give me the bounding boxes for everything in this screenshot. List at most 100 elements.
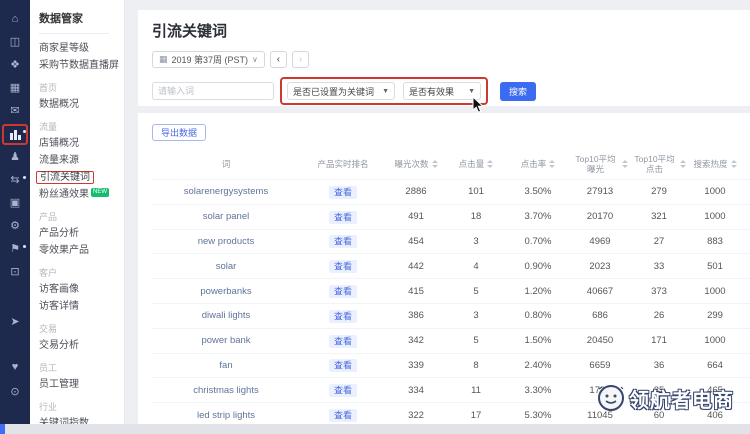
view-rank-link[interactable]: 查看: [329, 285, 357, 298]
store-icon[interactable]: ◫: [0, 31, 30, 54]
view-rank-link[interactable]: 查看: [329, 409, 357, 422]
sort-icon[interactable]: [549, 160, 555, 168]
keyword-cell: power bank: [152, 335, 300, 346]
ctr-cell: 1.20%: [506, 286, 570, 297]
view-rank-link[interactable]: 查看: [329, 211, 357, 224]
sidebar-item-label: 商家星等级: [39, 43, 89, 54]
table-row: solar查看44240.90%202333501: [152, 253, 750, 278]
sidebar-section-label: 首页: [39, 81, 124, 94]
sidebar-item[interactable]: 商家星等级: [39, 41, 124, 57]
sidebar-item-label: 引流关键词: [36, 171, 94, 184]
view-rank-link[interactable]: 查看: [329, 384, 357, 397]
exposure-cell: 2886: [386, 186, 446, 197]
message-icon[interactable]: ✉: [0, 100, 30, 123]
prev-week-button[interactable]: ‹: [270, 51, 287, 68]
column-header-label: Top10平均曝光: [572, 154, 619, 174]
clicks-cell: 3: [446, 236, 506, 247]
sidebar-item-label: 店铺概况: [39, 138, 79, 149]
sidebar-item[interactable]: 交易分析: [39, 338, 124, 354]
sidebar-item[interactable]: 产品分析: [39, 226, 124, 242]
security-icon[interactable]: ❖: [0, 54, 30, 77]
sidebar-item[interactable]: 关键词指数: [39, 416, 124, 424]
camera-icon[interactable]: ⊙: [0, 381, 30, 404]
view-rank-link[interactable]: 查看: [329, 310, 357, 323]
view-rank-link[interactable]: 查看: [329, 235, 357, 248]
keyword-cell: new products: [152, 236, 300, 247]
sidebar-item[interactable]: 流量来源: [39, 153, 124, 169]
next-week-button[interactable]: ›: [292, 51, 309, 68]
sidebar-item[interactable]: 采购节数据直播屏: [39, 58, 124, 74]
app-title: 数据管家: [39, 10, 124, 26]
sidebar-item-label: 数据概况: [39, 99, 79, 110]
keyword-search-input[interactable]: [152, 82, 274, 100]
sidebar-item[interactable]: 店铺概况: [39, 136, 124, 152]
sort-icon[interactable]: [432, 160, 438, 168]
column-header: 点击率: [506, 159, 570, 169]
page-title: 引流关键词: [152, 20, 750, 41]
sort-icon[interactable]: [487, 160, 493, 168]
rank-cell: 查看: [300, 260, 386, 273]
rank-cell: 查看: [300, 334, 386, 347]
transfer-icon[interactable]: ⇆: [0, 169, 30, 192]
keyword-set-dropdown[interactable]: 是否已设置为关键词 ▼: [287, 82, 395, 100]
sort-icon[interactable]: [680, 160, 686, 168]
send-icon[interactable]: ➤: [0, 311, 30, 334]
favorites-icon[interactable]: ♥: [0, 356, 30, 379]
sidebar-section-label: 产品: [39, 210, 124, 223]
sidebar-item[interactable]: 粉丝通效果NEW: [39, 187, 124, 203]
clicks-cell: 3: [446, 310, 506, 321]
view-rank-link[interactable]: 查看: [329, 260, 357, 273]
export-data-button[interactable]: 导出数据: [152, 124, 206, 141]
caret-down-icon: ▼: [382, 88, 389, 95]
notification-dot: [23, 245, 26, 248]
heat-cell: 299: [688, 310, 742, 321]
sidebar-item-label: 访客详情: [39, 301, 79, 312]
top10-exposure-cell: 40667: [570, 286, 630, 297]
top10-clicks-cell: 171: [630, 335, 688, 346]
settings-icon[interactable]: ⚙: [0, 215, 30, 238]
effect-dropdown[interactable]: 是否有效果 ▼: [403, 82, 481, 100]
view-rank-link[interactable]: 查看: [329, 186, 357, 199]
week-filter-row: ▦ 2019 第37周 (PST) ∨ ‹ ›: [152, 51, 750, 68]
sidebar-item[interactable]: 访客画像: [39, 282, 124, 298]
top10-exposure-cell: 20170: [570, 211, 630, 222]
business-icon[interactable]: ⚑: [0, 238, 30, 261]
table-row: solarenergysystems查看28861013.50%27913279…: [152, 179, 750, 204]
sidebar-item[interactable]: 数据概况: [39, 97, 124, 113]
caret-down-icon: ▼: [468, 88, 475, 95]
column-header: Top10平均点击: [630, 154, 688, 174]
top10-exposure-cell: 20450: [570, 335, 630, 346]
apps-icon[interactable]: ▦: [0, 77, 30, 100]
table-row: new products查看45430.70%496927883: [152, 229, 750, 254]
home-icon[interactable]: ⌂: [0, 8, 30, 31]
view-rank-link[interactable]: 查看: [329, 335, 357, 348]
column-header-label: 词: [222, 159, 231, 169]
sort-icon[interactable]: [622, 160, 628, 168]
media-icon[interactable]: ⊡: [0, 261, 30, 284]
ctr-cell: 3.30%: [506, 385, 570, 396]
package-icon[interactable]: ▣: [0, 192, 30, 215]
sort-icon[interactable]: [731, 160, 737, 168]
clicks-cell: 17: [446, 410, 506, 421]
scrollbar-thumb[interactable]: [0, 424, 5, 434]
heat-cell: 1000: [688, 211, 742, 222]
week-selector[interactable]: ▦ 2019 第37周 (PST) ∨: [152, 51, 265, 68]
view-rank-link[interactable]: 查看: [329, 359, 357, 372]
sidebar-item[interactable]: 访客详情: [39, 299, 124, 315]
filter-panel: 引流关键词 ▦ 2019 第37周 (PST) ∨ ‹ › 是否已设置为关键词 …: [138, 10, 750, 106]
search-button[interactable]: 搜索: [500, 82, 536, 101]
sidebar-item[interactable]: 员工管理: [39, 377, 124, 393]
sidebar-item[interactable]: 引流关键词: [39, 170, 124, 186]
chevron-down-icon: ∨: [252, 55, 258, 64]
sidebar-item-label: 交易分析: [39, 340, 79, 351]
keyword-cell: solarenergysystems: [152, 186, 300, 197]
sidebar-item-label: 访客画像: [39, 284, 79, 295]
exposure-cell: 342: [386, 335, 446, 346]
sidebar-section-label: 行业: [39, 400, 124, 413]
contacts-icon[interactable]: ♟: [0, 146, 30, 169]
keyword-cell: fan: [152, 360, 300, 371]
sidebar-item[interactable]: 零效果产品: [39, 243, 124, 259]
column-header: 搜索热度: [688, 159, 742, 169]
exposure-cell: 322: [386, 410, 446, 421]
analytics-icon[interactable]: [0, 123, 30, 146]
